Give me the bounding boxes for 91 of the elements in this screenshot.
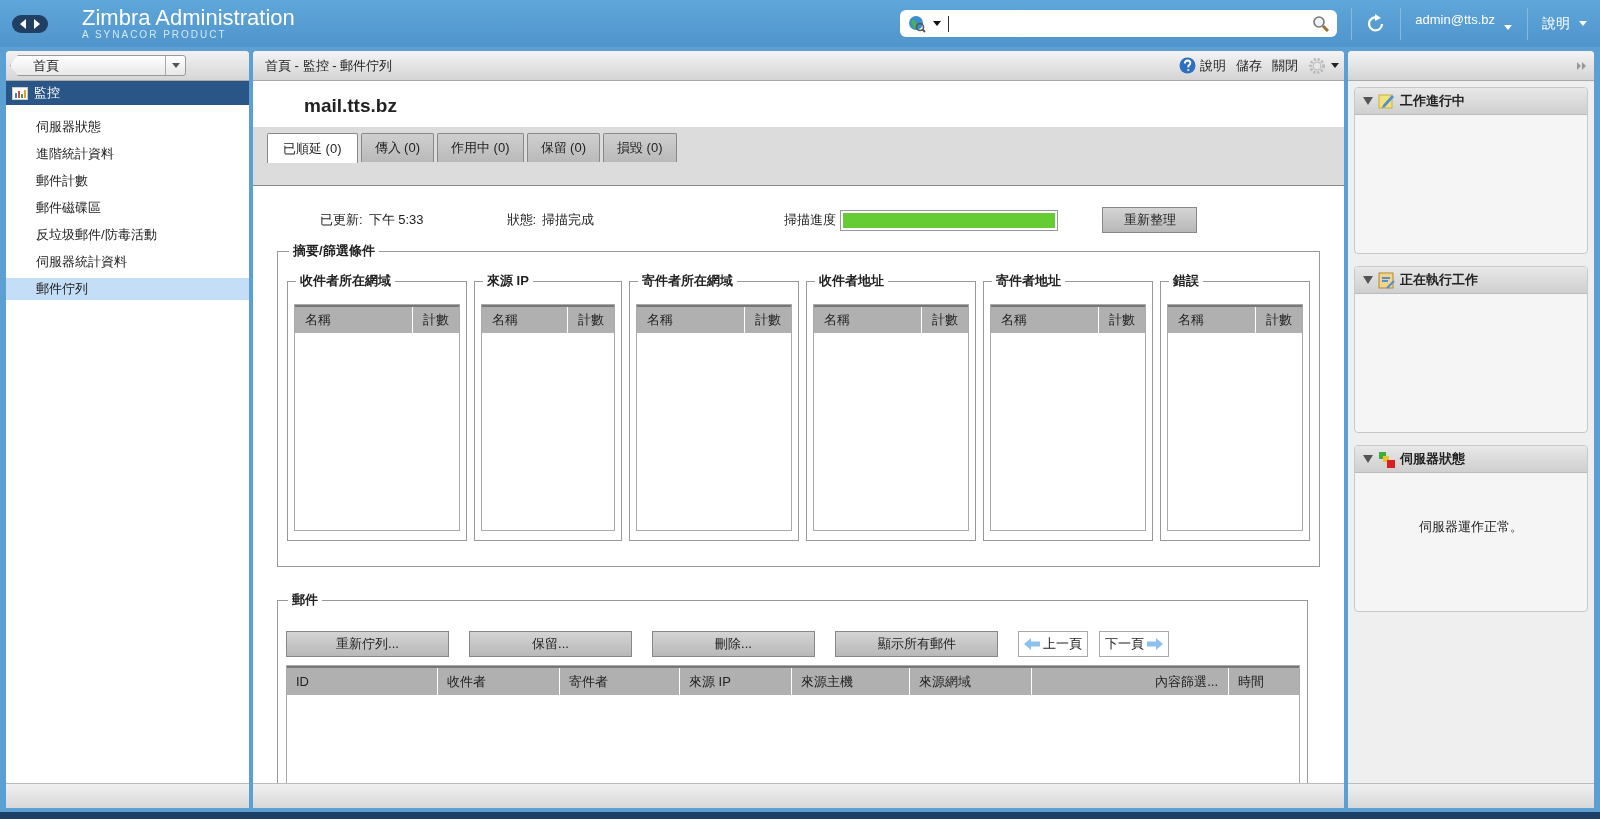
group-title: 收件者地址	[818, 272, 885, 290]
tab[interactable]: 傳入 (0)	[360, 133, 434, 162]
action-button[interactable]: 顯示所有郵件	[835, 631, 998, 657]
tab[interactable]: 損毀 (0)	[603, 133, 677, 162]
action-button[interactable]: 重新佇列...	[286, 631, 449, 657]
globe-search-icon[interactable]	[908, 14, 927, 33]
gear-menu[interactable]	[1308, 56, 1340, 75]
group-title: 寄件者所在網域	[641, 272, 734, 290]
chart-icon	[12, 86, 28, 100]
help-label: 說明	[1542, 14, 1570, 33]
nav-item[interactable]: 伺服器統計資料	[6, 251, 249, 273]
refresh-button[interactable]: 重新整理	[1102, 207, 1198, 233]
column-header[interactable]: 來源 IP	[680, 668, 792, 695]
panel-header[interactable]: 正在執行工作	[1355, 267, 1587, 294]
home-dropdown[interactable]: 首頁	[10, 55, 186, 76]
app-subtitle: A SYNACOR PRODUCT	[82, 30, 228, 40]
nav-item[interactable]: 郵件磁碟區	[6, 197, 249, 219]
tab[interactable]: 保留 (0)	[526, 133, 600, 162]
panel-title: 正在執行工作	[1400, 271, 1478, 289]
search-icon[interactable]	[1312, 15, 1330, 32]
search-field[interactable]	[900, 10, 1338, 37]
column-header[interactable]: 計數	[922, 307, 968, 333]
save-button[interactable]: 儲存	[1236, 56, 1262, 75]
group-title: 錯誤	[1172, 272, 1200, 290]
caret-icon	[170, 61, 181, 70]
user-name: admin@tts.bz	[1415, 12, 1495, 27]
tree-section[interactable]: 監控	[6, 81, 249, 105]
column-header[interactable]: 名稱	[637, 307, 745, 333]
column-header[interactable]: 名稱	[482, 307, 568, 333]
updated-value: 下午 5:33	[368, 211, 424, 229]
column-header[interactable]: 計數	[568, 307, 614, 333]
status-label: 狀態:	[506, 211, 537, 229]
breadcrumb: 首頁 - 監控 - 郵件佇列	[265, 56, 393, 75]
caret-icon	[1503, 23, 1513, 32]
column-header[interactable]: 收件者	[438, 668, 560, 695]
panel-header[interactable]: 伺服器狀態	[1355, 446, 1587, 473]
column-header[interactable]: 計數	[413, 307, 459, 333]
column-header[interactable]: 來源網域	[910, 668, 1032, 695]
panel-header[interactable]: 工作進行中	[1355, 88, 1587, 115]
caret-icon	[1330, 61, 1340, 70]
column-header[interactable]: ID	[287, 668, 438, 695]
column-header[interactable]: 名稱	[991, 307, 1099, 333]
column-header[interactable]: 計數	[1256, 307, 1302, 333]
caret-icon[interactable]	[932, 19, 943, 28]
text-cursor	[948, 15, 950, 32]
nav-item[interactable]: 反垃圾郵件/防毒活動	[6, 224, 249, 246]
group-title: 來源 IP	[486, 272, 530, 290]
help-icon	[1179, 57, 1196, 74]
close-button[interactable]: 關閉	[1272, 56, 1298, 75]
back-icon[interactable]	[18, 17, 28, 30]
action-button[interactable]: 刪除...	[652, 631, 815, 657]
progress-label: 掃描進度	[784, 211, 837, 229]
panel-title: 工作進行中	[1400, 92, 1465, 110]
forward-icon[interactable]	[32, 17, 42, 30]
column-header[interactable]: 內容篩選...	[1032, 668, 1229, 695]
summary-legend: 摘要/篩選條件	[289, 242, 379, 260]
server-status-icon	[1378, 450, 1395, 468]
column-header[interactable]: 寄件者	[560, 668, 680, 695]
server-title: mail.tts.bz	[303, 94, 398, 118]
right-arrow-icon	[1147, 637, 1163, 651]
updated-label: 已更新:	[320, 211, 363, 229]
previous-page-button[interactable]: 上一頁	[1018, 631, 1088, 657]
column-header[interactable]: 名稱	[295, 307, 413, 333]
panel-title: 伺服器狀態	[1400, 450, 1465, 468]
task-icon	[1378, 271, 1395, 289]
help-button[interactable]: 說明	[1179, 56, 1226, 75]
caret-icon	[1578, 19, 1588, 28]
status-message: 伺服器運作正常。	[1418, 518, 1524, 536]
nav-item[interactable]: 伺服器狀態	[6, 116, 249, 138]
next-page-button[interactable]: 下一頁	[1099, 631, 1169, 657]
column-header[interactable]: 計數	[1099, 307, 1145, 333]
column-header[interactable]: 名稱	[814, 307, 922, 333]
note-icon	[1378, 92, 1395, 110]
nav-item[interactable]: 郵件佇列	[6, 278, 249, 300]
messages-legend: 郵件	[288, 591, 322, 609]
column-header[interactable]: 來源主機	[792, 668, 910, 695]
tab[interactable]: 已順延 (0)	[267, 133, 358, 163]
column-header[interactable]: 時間	[1229, 668, 1299, 695]
action-button[interactable]: 保留...	[469, 631, 632, 657]
tab[interactable]: 作用中 (0)	[437, 133, 524, 162]
left-arrow-icon	[1024, 637, 1040, 651]
status-value: 掃描完成	[542, 211, 595, 229]
gear-icon	[1308, 56, 1326, 75]
column-header[interactable]: 計數	[745, 307, 791, 333]
column-header[interactable]: 名稱	[1168, 307, 1256, 333]
nav-item[interactable]: 郵件計數	[6, 170, 249, 192]
app-title: Zimbra Administration	[82, 7, 295, 29]
section-label: 監控	[34, 84, 60, 102]
group-title: 收件者所在網域	[299, 272, 392, 290]
group-title: 寄件者地址	[995, 272, 1062, 290]
nav-item[interactable]: 進階統計資料	[6, 143, 249, 165]
